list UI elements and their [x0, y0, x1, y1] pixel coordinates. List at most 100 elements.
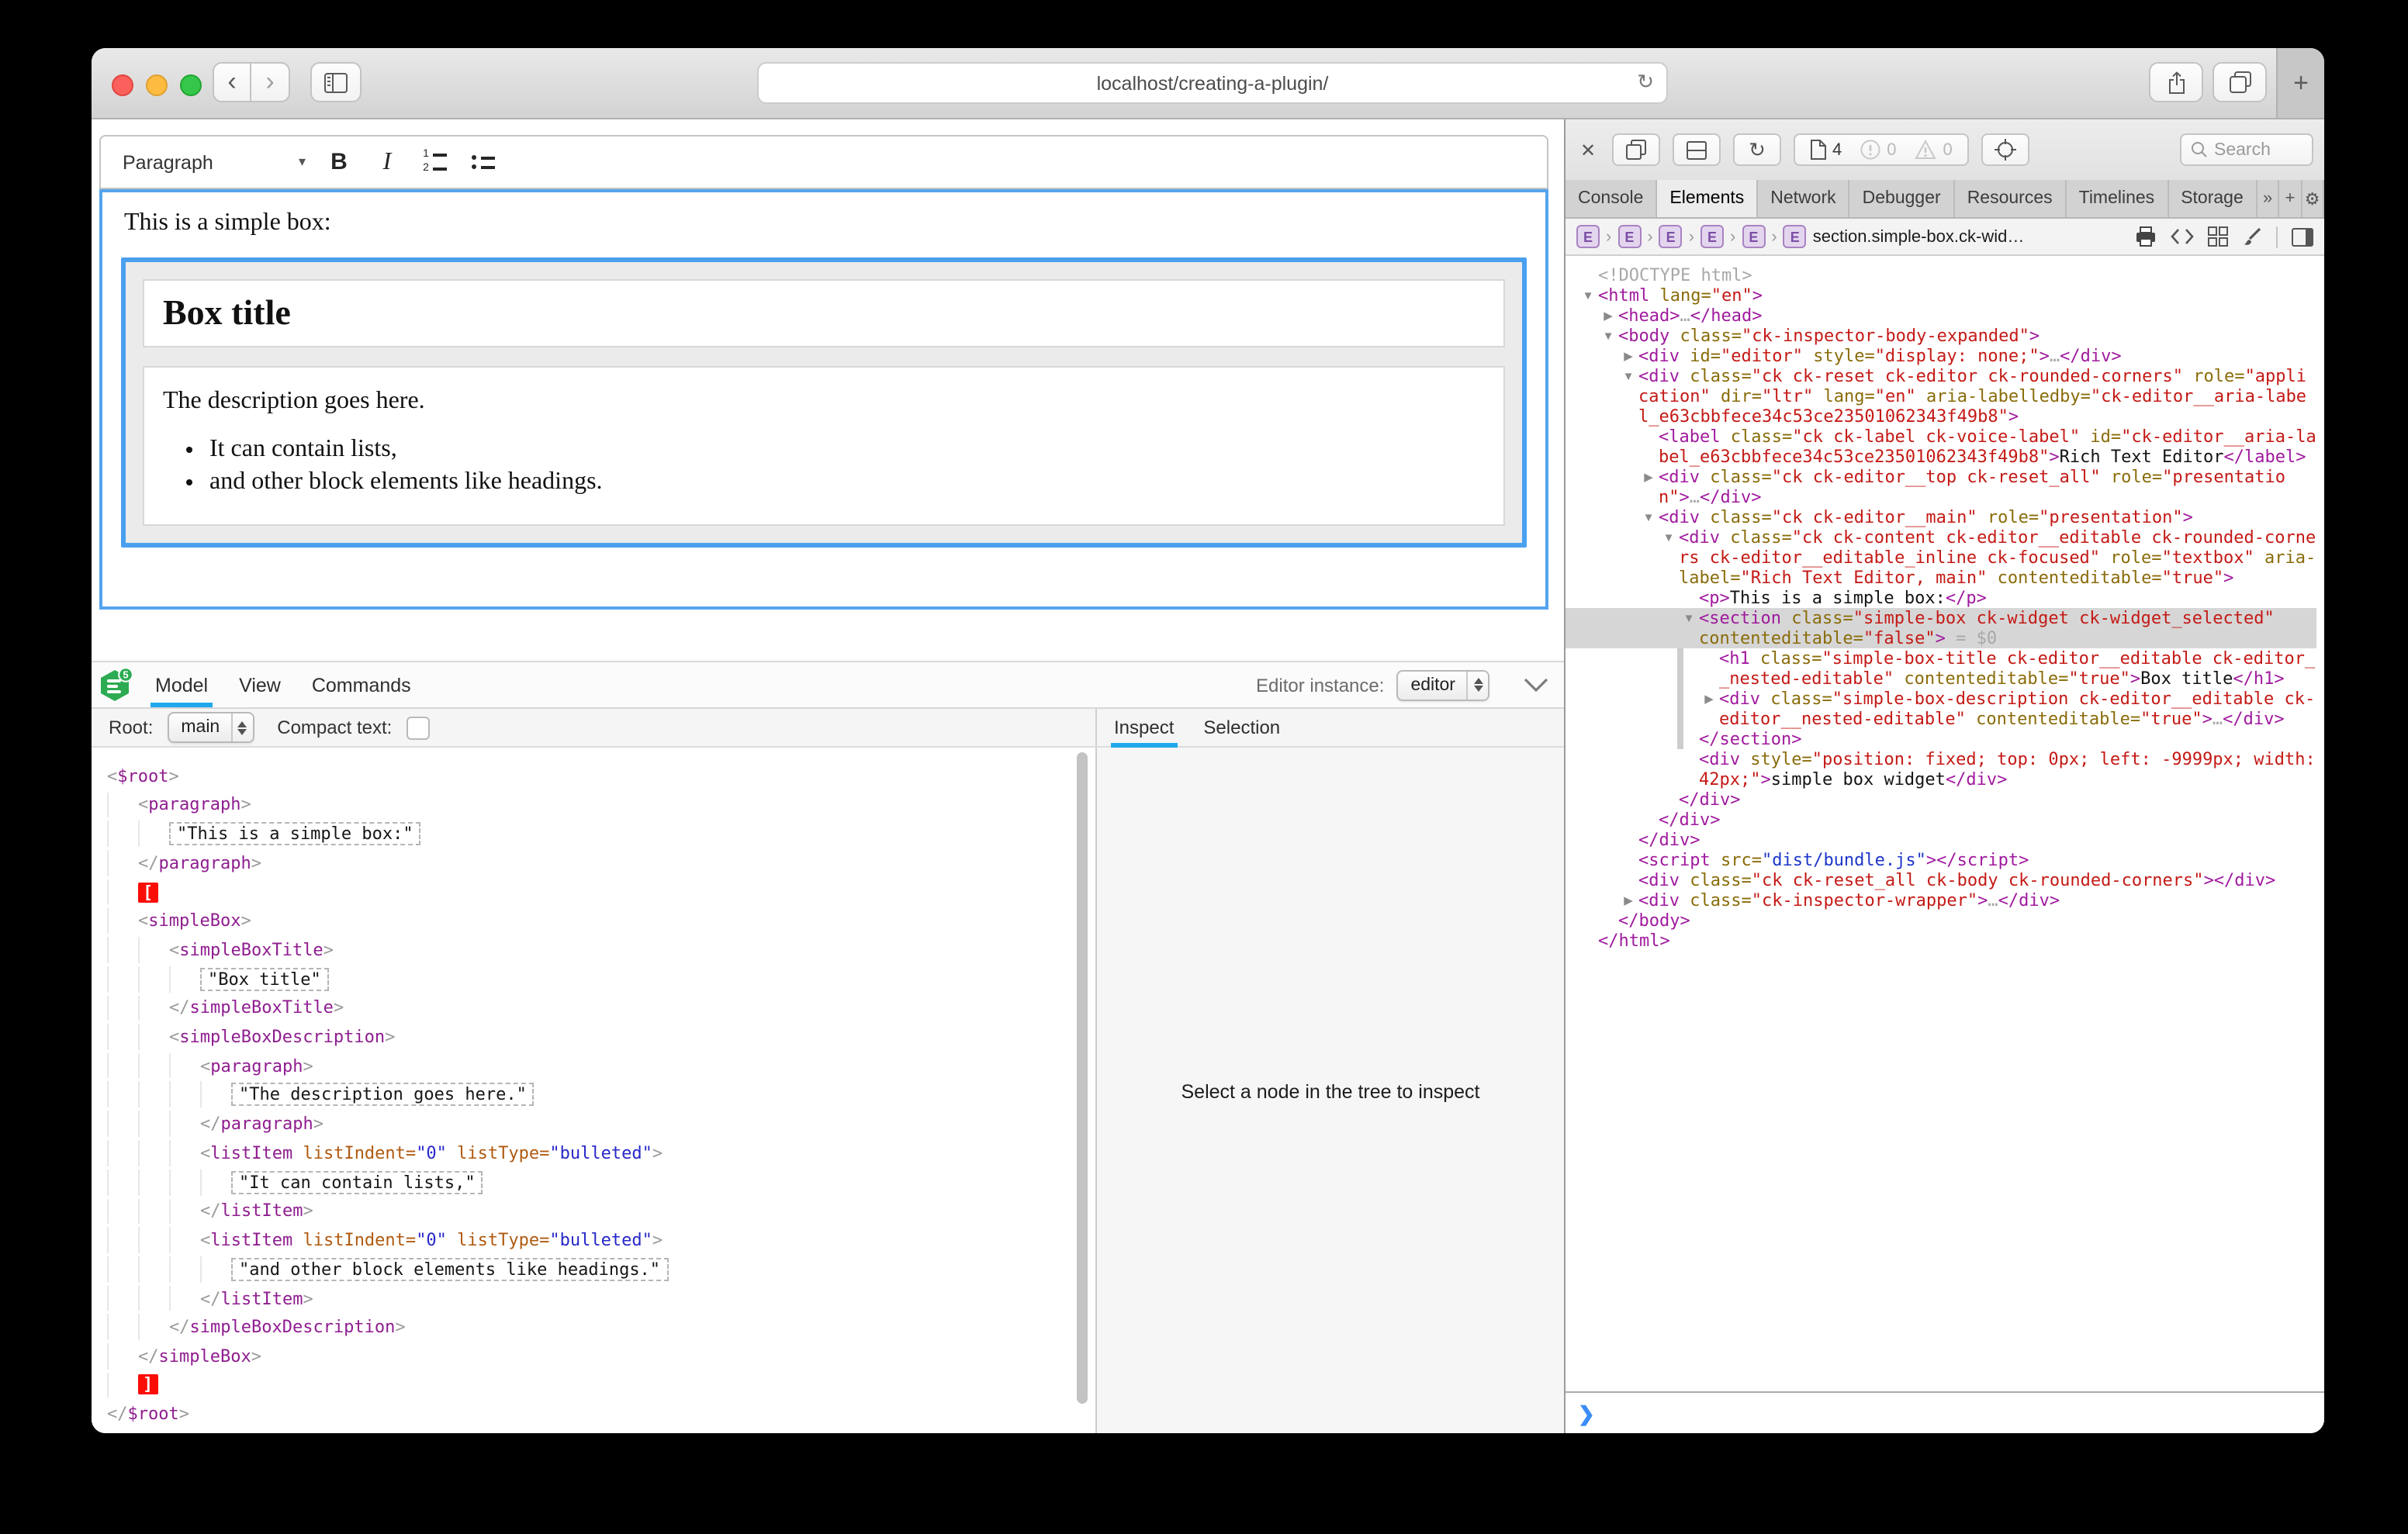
window-titlebar[interactable]: ‹ › localhost/creating-a-plugin/ ↻	[92, 48, 2324, 119]
settings-button[interactable]: ⚙	[2302, 180, 2324, 217]
devtools-search-field[interactable]: Search	[2180, 133, 2313, 166]
disclosure-closed-icon[interactable]: ▶	[1699, 689, 1719, 709]
dom-tree-line[interactable]: <div class="ck ck-reset_all ck-body ck-r…	[1566, 870, 2316, 890]
dom-tree-line[interactable]: </html>	[1566, 931, 2316, 951]
dom-tree-line[interactable]: <label class="ck ck-label ck-voice-label…	[1566, 427, 2316, 467]
collapse-inspector-button[interactable]	[1524, 678, 1548, 692]
bold-button[interactable]: B	[315, 142, 363, 182]
dom-tree-line[interactable]: ▼<div class="ck ck-content ck-editor__ed…	[1566, 527, 2316, 588]
model-tree-line[interactable]: "and other block elements like headings.…	[107, 1254, 1095, 1284]
model-tree-line[interactable]: </listItem>	[107, 1197, 1095, 1225]
model-tree-line[interactable]: <$root>	[107, 762, 1095, 790]
model-tree-line[interactable]: "Box title"	[107, 964, 1095, 993]
dom-tree-line[interactable]: ▼<div class="ck ck-reset ck-editor ck-ro…	[1566, 366, 2316, 427]
inspector-tab-model[interactable]: Model	[155, 662, 208, 707]
model-tree-line[interactable]: "The description goes here."	[107, 1080, 1095, 1110]
dom-tree-line[interactable]: </body>	[1566, 910, 2316, 931]
model-tree-line[interactable]: [	[107, 878, 1095, 907]
disclosure-open-icon[interactable]: ▼	[1638, 507, 1659, 527]
paragraph-style-dropdown[interactable]: Paragraph ▾	[113, 142, 315, 182]
simple-box-title[interactable]: Box title	[143, 279, 1505, 347]
minimize-window-button[interactable]	[146, 74, 168, 96]
layout-grid-icon[interactable]	[2208, 226, 2228, 247]
model-tree-line[interactable]: <simpleBoxTitle>	[107, 935, 1095, 964]
close-window-button[interactable]	[112, 74, 133, 96]
inspector-tab-commands[interactable]: Commands	[312, 662, 411, 707]
element-picker-button[interactable]	[1982, 133, 2030, 166]
devtools-tab-timelines[interactable]: Timelines	[2067, 180, 2169, 217]
element-badge-icon[interactable]: E	[1784, 225, 1807, 248]
dom-tree-line[interactable]: <script src="dist/bundle.js"></script>	[1566, 850, 2316, 870]
disclosure-open-icon[interactable]: ▼	[1598, 326, 1618, 346]
model-tree-line[interactable]: </$root>	[107, 1399, 1095, 1428]
panel-tab-selection[interactable]: Selection	[1203, 708, 1280, 747]
disclosure-open-icon[interactable]: ▼	[1578, 285, 1598, 306]
element-badge-icon[interactable]: E	[1700, 225, 1724, 248]
inspector-tab-view[interactable]: View	[239, 662, 281, 707]
intro-paragraph[interactable]: This is a simple box:	[124, 209, 1524, 237]
dom-tree-line[interactable]: </div>	[1566, 810, 2316, 830]
element-badge-icon[interactable]: E	[1576, 225, 1600, 248]
model-tree-line[interactable]: <simpleBox>	[107, 907, 1095, 935]
close-devtools-button[interactable]: ✕	[1576, 139, 1600, 161]
dom-tree-line[interactable]: <div style="position: fixed; top: 0px; l…	[1566, 749, 2316, 789]
model-tree-line[interactable]: <simpleBoxDescription>	[107, 1022, 1095, 1051]
dom-tree-line[interactable]: <p>This is a simple box:</p>	[1566, 588, 2316, 608]
disclosure-closed-icon[interactable]: ▶	[1638, 467, 1659, 487]
breadcrumb-selected-node[interactable]: section.simple-box.ck-wid…	[1813, 227, 2025, 246]
editor-instance-select[interactable]: editor	[1396, 669, 1489, 700]
print-styles-icon[interactable]	[2135, 226, 2157, 247]
styles-brush-icon[interactable]	[2242, 226, 2262, 247]
editor-editable-area[interactable]: This is a simple box: Box title The desc…	[99, 189, 1548, 610]
dom-tree-line[interactable]: ▶<div class="ck ck-editor__top ck-reset_…	[1566, 467, 2316, 507]
disclosure-open-icon[interactable]: ▼	[1618, 366, 1638, 386]
disclosure-closed-icon[interactable]: ▶	[1618, 346, 1638, 366]
panel-tab-inspect[interactable]: Inspect	[1114, 708, 1174, 747]
devtools-tab-resources[interactable]: Resources	[1955, 180, 2067, 217]
model-tree-line[interactable]: </simpleBoxTitle>	[107, 993, 1095, 1022]
disclosure-closed-icon[interactable]: ▶	[1598, 306, 1618, 326]
detach-devtools-button[interactable]	[1612, 133, 1660, 166]
dom-tree-line[interactable]: ▼<div class="ck ck-editor__main" role="p…	[1566, 507, 2316, 527]
devtools-tab-network[interactable]: Network	[1758, 180, 1849, 217]
source-code-icon[interactable]	[2171, 228, 2194, 245]
root-select[interactable]: main	[167, 712, 254, 743]
list-item[interactable]: and other block elements like headings.	[209, 468, 1485, 496]
disclosure-open-icon[interactable]: ▼	[1679, 608, 1699, 628]
dom-tree-line[interactable]: ▼<section class="simple-box ck-widget ck…	[1566, 608, 2316, 648]
model-tree-line[interactable]: </paragraph>	[107, 848, 1095, 877]
model-tree-line[interactable]: <listItem listIndent="0" listType="bulle…	[107, 1138, 1095, 1167]
element-badge-icon[interactable]: E	[1617, 225, 1641, 248]
model-tree-line[interactable]: </simpleBoxDescription>	[107, 1313, 1095, 1342]
numbered-list-button[interactable]: 12	[411, 142, 459, 182]
dom-tree-line[interactable]: ▼<html lang="en">	[1566, 285, 2316, 306]
sidebar-toggle-button[interactable]	[310, 62, 362, 102]
model-tree-line[interactable]: <paragraph>	[107, 1052, 1095, 1080]
forward-button[interactable]: ›	[251, 62, 290, 102]
devtools-tab-debugger[interactable]: Debugger	[1850, 180, 1955, 217]
dom-tree-line[interactable]: <!DOCTYPE html>	[1566, 265, 2316, 285]
model-tree-line[interactable]: "This is a simple box:"	[107, 819, 1095, 848]
italic-button[interactable]: I	[363, 142, 411, 182]
model-tree-line[interactable]: <paragraph>	[107, 790, 1095, 819]
details-sidebar-icon[interactable]	[2292, 227, 2313, 246]
compact-text-checkbox[interactable]	[406, 716, 429, 739]
model-tree-line[interactable]: ]	[107, 1370, 1095, 1399]
devtools-tab-elements[interactable]: Elements	[1657, 180, 1758, 217]
tab-overflow-button[interactable]: »	[2258, 180, 2280, 217]
simple-box-description[interactable]: The description goes here. It can contai…	[143, 366, 1505, 526]
element-badge-icon[interactable]: E	[1742, 225, 1765, 248]
dom-tree-line[interactable]: ▶<div class="ck-inspector-wrapper">…</di…	[1566, 890, 2316, 910]
zoom-window-button[interactable]	[180, 74, 202, 96]
share-button[interactable]	[2149, 62, 2203, 102]
list-item[interactable]: It can contain lists,	[209, 436, 1485, 464]
element-badge-icon[interactable]: E	[1659, 225, 1683, 248]
model-tree-line[interactable]: </simpleBox>	[107, 1342, 1095, 1370]
devtools-tab-storage[interactable]: Storage	[2168, 180, 2258, 217]
warning-count[interactable]: 0	[1915, 140, 1953, 160]
new-tab-button[interactable]: +	[2276, 48, 2324, 118]
dom-tree-line[interactable]: ▶<div id="editor" style="display: none;"…	[1566, 346, 2316, 366]
dom-tree-line[interactable]: </div>	[1566, 789, 2316, 810]
simple-box-widget[interactable]: Box title The description goes here. It …	[121, 257, 1527, 548]
disclosure-open-icon[interactable]: ▼	[1659, 527, 1679, 548]
